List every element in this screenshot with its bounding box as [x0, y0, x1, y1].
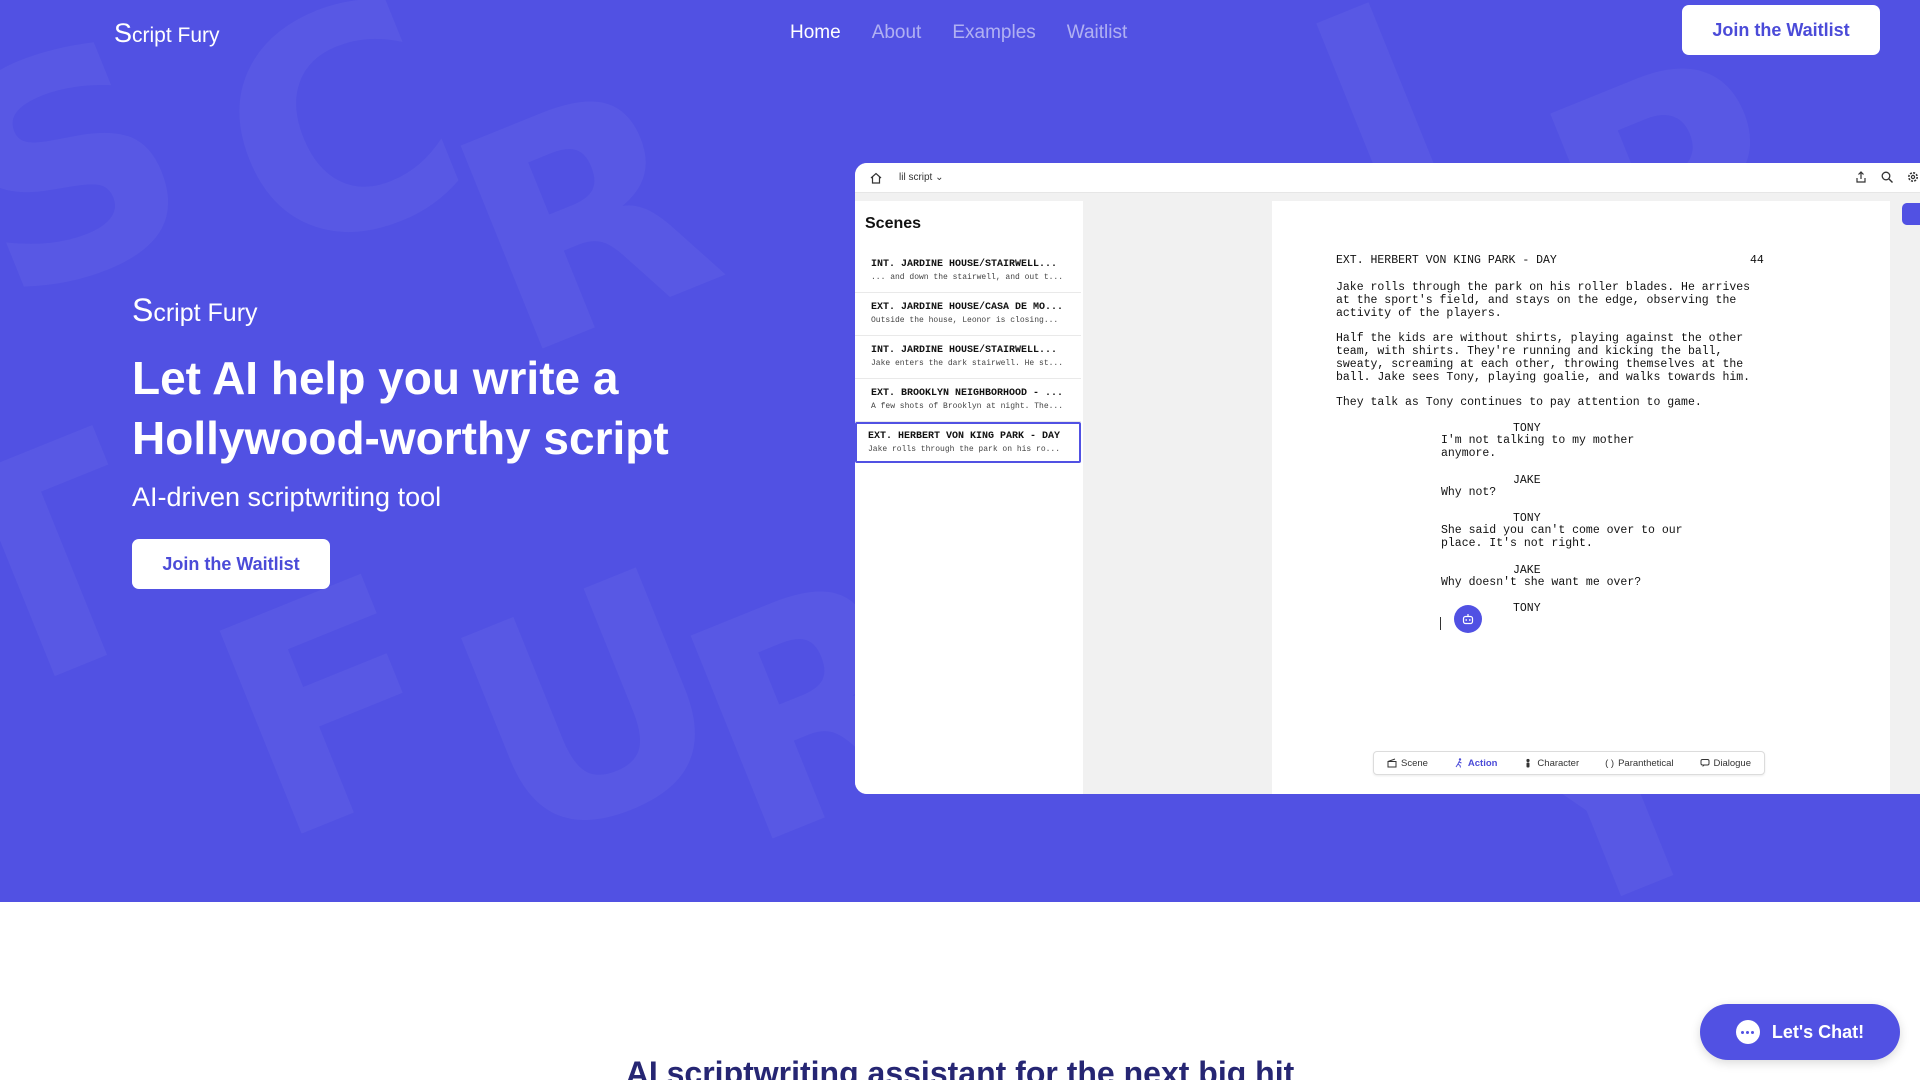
nav-link-about[interactable]: About	[872, 22, 922, 44]
dialogue-block: Why doesn't she want me over?	[1441, 576, 1642, 589]
side-panel-tab[interactable]	[1902, 203, 1920, 225]
scene-heading: INT. JARDINE HOUSE/STAIRWELL...	[871, 345, 1058, 356]
search-icon[interactable]	[1880, 170, 1894, 184]
format-label: Paranthetical	[1618, 757, 1674, 769]
scene-preview: Jake enters the dark stairwell. He st...	[871, 359, 1064, 368]
scene-preview: Jake rolls through the park on his ro...	[868, 445, 1061, 454]
format-label: Dialogue	[1713, 757, 1752, 769]
share-icon[interactable]	[1854, 170, 1868, 184]
nav-link-waitlist[interactable]: Waitlist	[1067, 22, 1128, 44]
ai-assistant-button[interactable]	[1454, 605, 1482, 633]
format-dialogue-button[interactable]: Dialogue	[1700, 757, 1752, 769]
home-icon[interactable]	[869, 171, 883, 185]
format-character-button[interactable]: Character	[1523, 758, 1579, 769]
scene-heading: INT. JARDINE HOUSE/STAIRWELL...	[871, 259, 1058, 270]
action-block: Jake rolls through the park on his rolle…	[1336, 281, 1751, 320]
dialogue-block: Why not?	[1441, 486, 1497, 499]
section-heading: AI scriptwriting assistant for the next …	[625, 1055, 1295, 1080]
document-name: lil script	[899, 172, 933, 183]
scene-number: 44	[1750, 254, 1764, 267]
app-toolbar	[1854, 170, 1920, 184]
action-block: They talk as Tony continues to pay atten…	[1336, 396, 1702, 409]
format-parenthetical-button[interactable]: ( ) Paranthetical	[1605, 758, 1673, 769]
hero-brand: Script Fury	[132, 292, 258, 329]
chevron-down-icon: ⌄	[935, 172, 944, 183]
dialogue-block: I'm not talking to my mother anymore.	[1441, 434, 1635, 460]
hero-brand-text: cript Fury	[153, 299, 258, 327]
hero-title: Let AI help you write a Hollywood-worthy…	[132, 352, 669, 464]
bg-letter: C	[172, 0, 507, 333]
hero-section: S C R I P T F U R Y Script Fury Home Abo…	[0, 0, 1920, 902]
action-block: Half the kids are without shirts, playin…	[1336, 332, 1751, 384]
gear-icon[interactable]	[1906, 170, 1920, 184]
nav-link-examples[interactable]: Examples	[952, 22, 1035, 44]
running-person-icon	[1455, 758, 1462, 768]
bg-letter: U	[413, 502, 770, 902]
character-name: TONY	[1513, 602, 1541, 615]
scene-list-item-active[interactable]: EXT. HERBERT VON KING PARK - DAY Jake ro…	[855, 422, 1081, 463]
chat-bubble-icon	[1735, 1020, 1760, 1044]
app-topbar: lil script ⌄	[855, 163, 1920, 193]
robot-icon	[1462, 614, 1474, 625]
hero-brand-initial: S	[132, 292, 154, 328]
text-cursor	[1440, 617, 1441, 630]
format-label: Character	[1537, 757, 1580, 769]
chat-button[interactable]: Let's Chat!	[1700, 1004, 1900, 1060]
nav-link-home[interactable]: Home	[790, 22, 841, 44]
scene-heading: EXT. BROOKLYN NEIGHBORHOOD - ...	[871, 388, 1064, 399]
format-label: Scene	[1400, 757, 1428, 769]
scene-preview: A few shots of Brooklyn at night. The...	[871, 402, 1064, 411]
scenes-title: Scenes	[865, 215, 922, 232]
character-name: JAKE	[1513, 474, 1541, 487]
app-screenshot: lil script ⌄ Scenes INT. JARDINE HOUSE/S…	[855, 163, 1920, 794]
nav-join-waitlist-button[interactable]: Join the Waitlist	[1682, 5, 1880, 55]
scene-list-item[interactable]: EXT. BROOKLYN NEIGHBORHOOD - ... A few s…	[855, 381, 1081, 422]
script-page[interactable]: EXT. HERBERT VON KING PARK - DAY 44 Jake…	[1272, 201, 1890, 794]
format-scene-button[interactable]: Scene	[1387, 758, 1428, 769]
clapperboard-icon	[1387, 758, 1397, 768]
scene-heading: EXT. HERBERT VON KING PARK - DAY	[868, 431, 1061, 442]
logo-text: cript Fury	[132, 24, 220, 47]
scene-preview: Outside the house, Leonor is closing...	[871, 316, 1059, 325]
format-label: Action	[1467, 757, 1498, 769]
format-action-button[interactable]: Action	[1454, 757, 1498, 769]
format-toolbar: Scene Action Character ( ) Paranthetical…	[1373, 751, 1765, 775]
main-nav: Home About Examples Waitlist	[790, 22, 1127, 44]
chat-label: Let's Chat!	[1771, 1021, 1865, 1042]
scenes-panel: Scenes INT. JARDINE HOUSE/STAIRWELL... .…	[855, 201, 1083, 794]
hero-join-waitlist-button[interactable]: Join the Waitlist	[132, 539, 330, 589]
parentheses-icon: ( )	[1605, 757, 1615, 769]
scene-heading: EXT. JARDINE HOUSE/CASA DE MO...	[871, 302, 1064, 313]
document-selector[interactable]: lil script ⌄	[899, 172, 944, 183]
scene-list-item[interactable]: EXT. JARDINE HOUSE/CASA DE MO... Outside…	[855, 295, 1081, 336]
hero-subtitle: AI-driven scriptwriting tool	[132, 482, 442, 512]
logo-initial: S	[114, 18, 133, 48]
scene-preview: ... and down the stairwell, and out t...	[871, 273, 1064, 282]
scene-list-item[interactable]: INT. JARDINE HOUSE/STAIRWELL... ... and …	[855, 252, 1081, 293]
speech-bubble-icon	[1700, 759, 1709, 767]
scene-list-item[interactable]: INT. JARDINE HOUSE/STAIRWELL... Jake ent…	[855, 338, 1081, 379]
nav-logo[interactable]: Script Fury	[114, 18, 220, 49]
person-icon	[1526, 758, 1531, 768]
scene-heading-line: EXT. HERBERT VON KING PARK - DAY	[1336, 254, 1557, 267]
dialogue-block: She said you can't come over to our plac…	[1441, 524, 1683, 550]
